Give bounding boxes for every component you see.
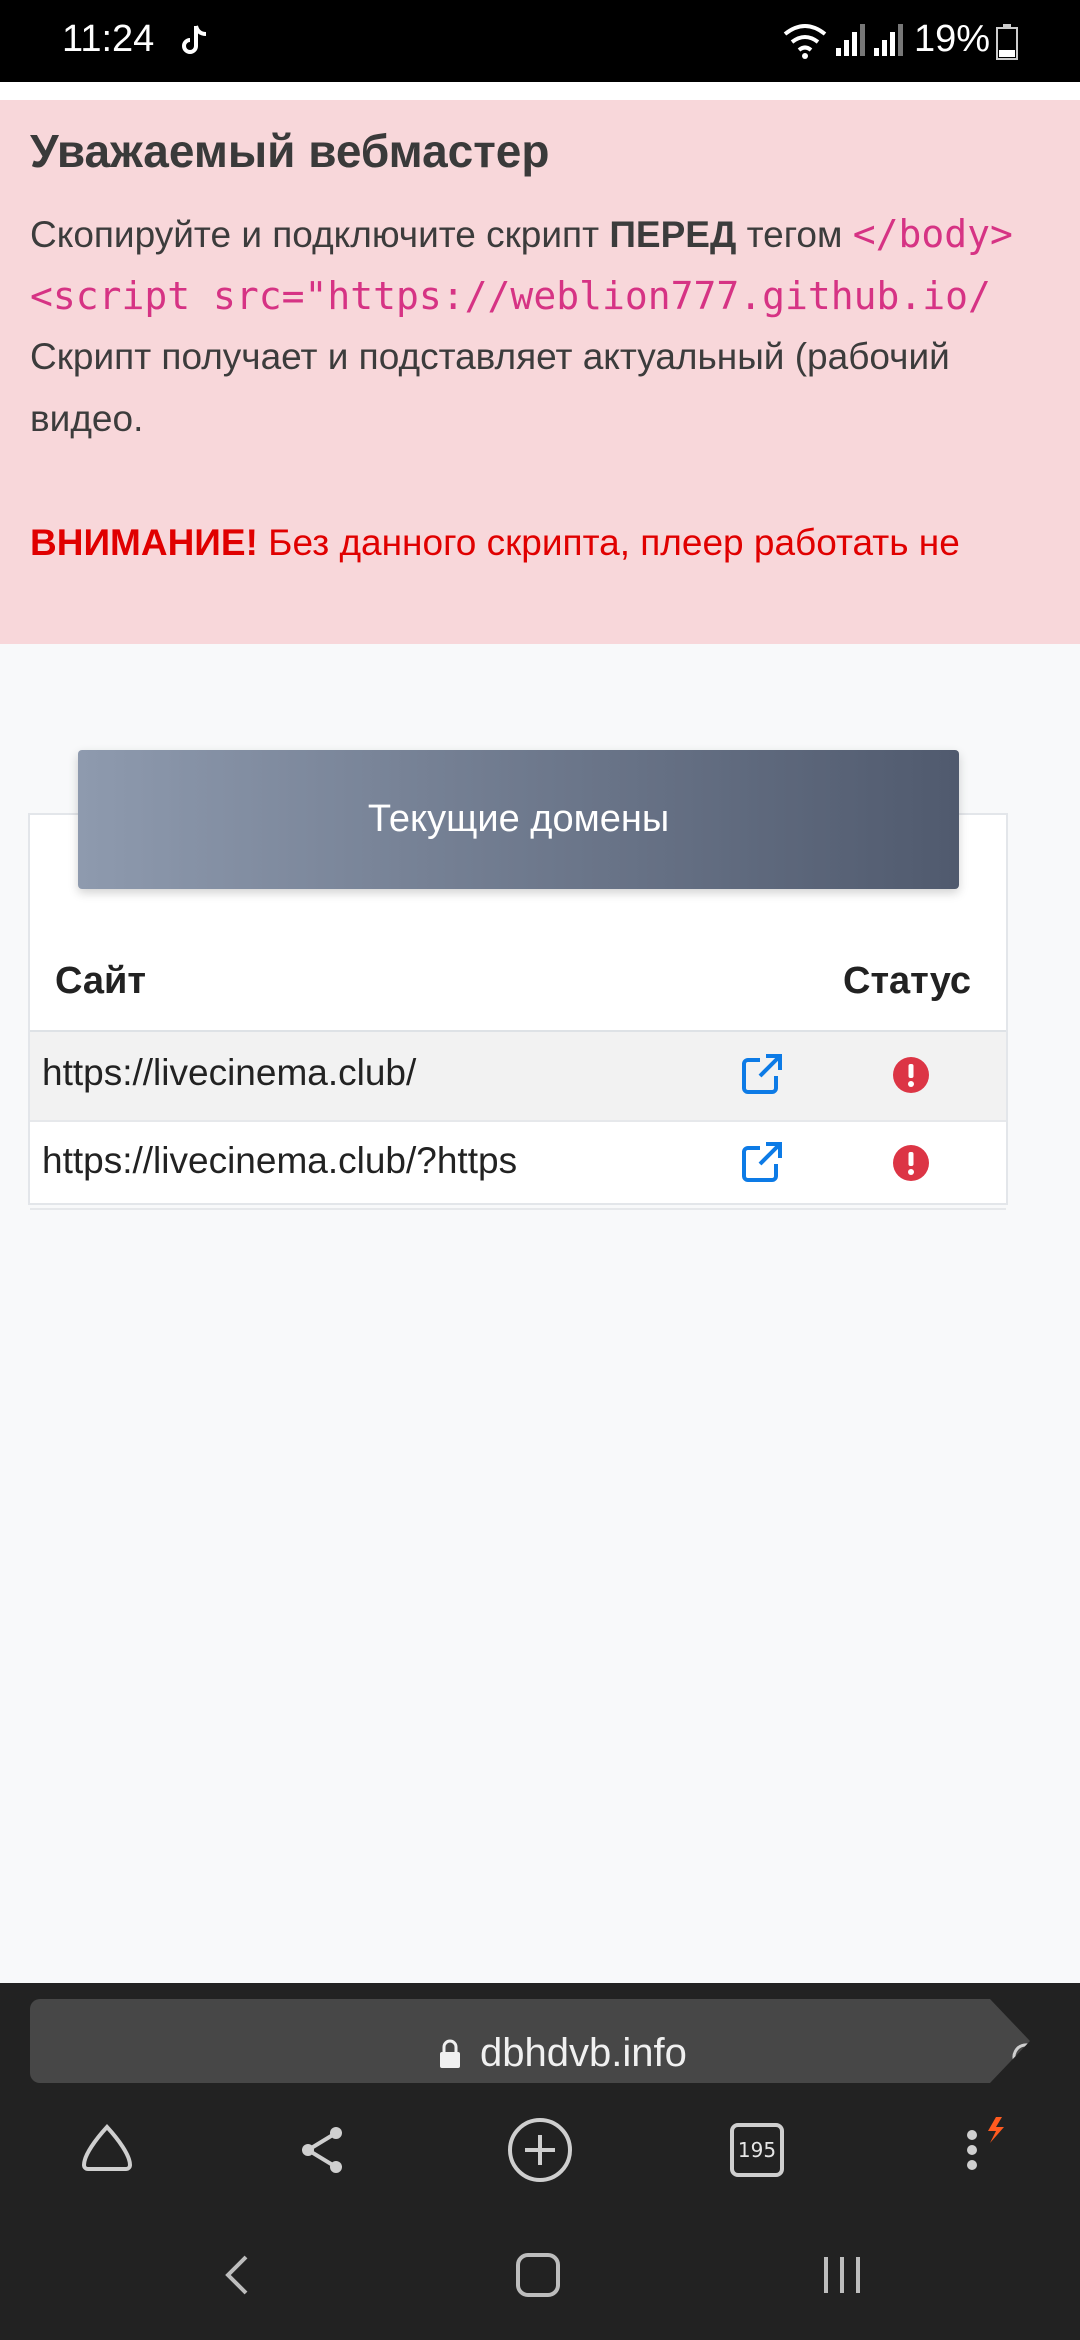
alert-line-4: видео. [30,398,144,439]
alert-line-1: Скопируйте и подключите скрипт ПЕРЕД тег… [30,212,1013,256]
external-link-icon[interactable] [740,1052,784,1096]
signal-icon-2 [874,24,903,56]
wifi-icon [783,24,827,59]
table-row: https://livecinema.club/?https [30,1120,1006,1210]
external-link-icon[interactable] [740,1140,784,1184]
alert-warning: ВНИМАНИЕ! Без данного скрипта, плеер раб… [30,522,960,563]
reload-icon[interactable] [1006,2037,1046,2077]
page-top-strip [0,82,1080,100]
column-site: Сайт [55,960,147,1002]
status-bar: 11:24 19% [0,0,1080,82]
home-nav-icon[interactable] [508,2245,568,2305]
table-row: https://livecinema.club/ [30,1032,1006,1122]
domain-url: https://livecinema.club/?https [42,1140,518,1181]
browser-toolbar: dbhdvb.info 195 [0,1983,1080,2340]
share-icon[interactable] [288,2115,358,2185]
tiktok-icon [182,25,207,54]
table-header: Сайт Статус [30,940,1006,1034]
error-status-icon [893,1145,929,1181]
menu-icon[interactable] [948,2115,1018,2185]
status-time: 11:24 [62,18,155,60]
webmaster-alert: Уважаемый вебмастер Скопируйте и подключ… [0,100,1080,644]
tabs-counter[interactable]: 195 [730,2123,784,2177]
battery-percent: 19% [914,18,991,60]
home-browser-icon[interactable] [72,2115,142,2185]
signal-icon [836,24,865,56]
column-status: Статус [843,960,972,1002]
address-domain: dbhdvb.info [480,2031,687,2075]
domain-url: https://livecinema.club/ [42,1052,417,1093]
add-tab-icon[interactable] [505,2115,575,2185]
alert-line-3: Скрипт получает и подставляет актуальный… [30,336,950,377]
lock-icon [440,2039,460,2068]
back-nav-icon[interactable] [208,2245,268,2305]
address-bar[interactable]: dbhdvb.info [30,1999,1030,2083]
alert-script-code: <script src="https://weblion777.github.i… [30,274,991,318]
battery-icon [996,24,1018,60]
error-status-icon [893,1057,929,1093]
domains-card-header: Текущие домены [78,750,959,889]
recent-apps-icon[interactable] [812,2245,872,2305]
alert-heading: Уважаемый вебмастер [30,125,550,177]
